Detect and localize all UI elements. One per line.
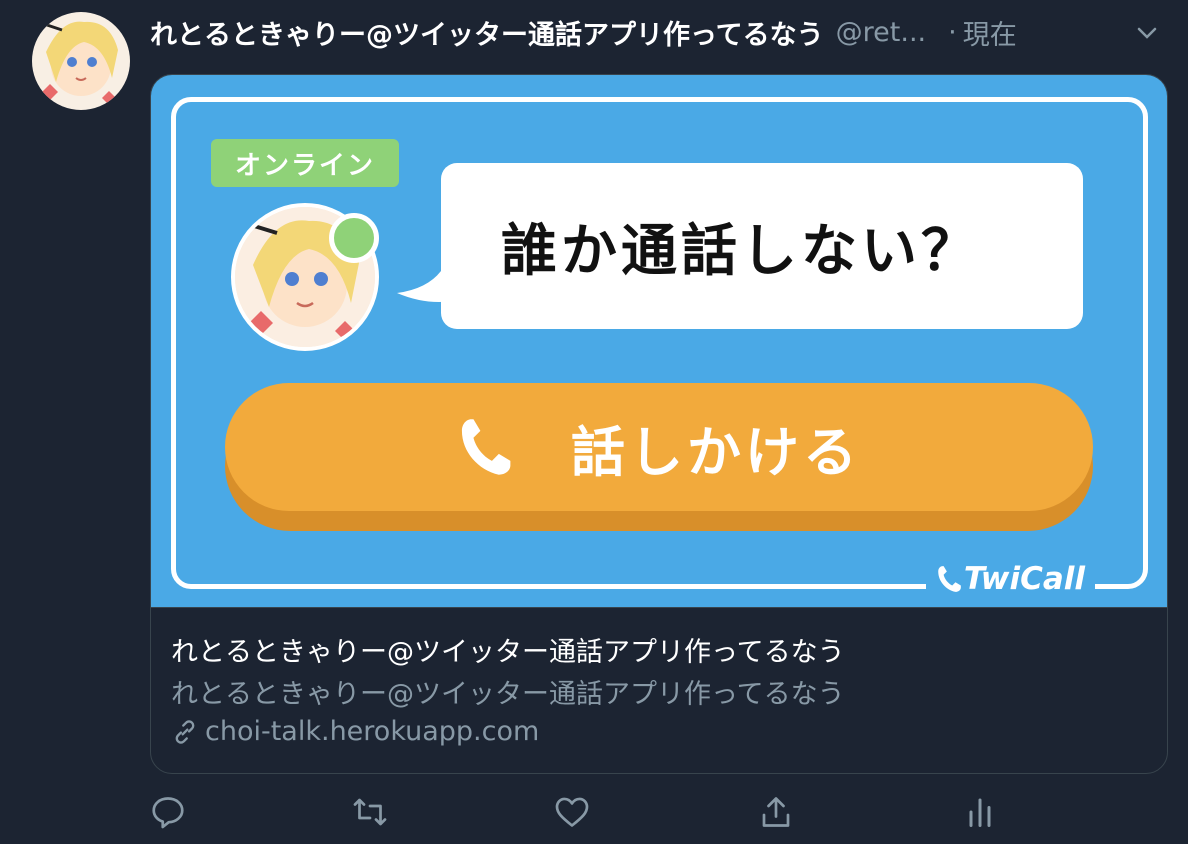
phone-icon — [938, 566, 961, 592]
card-domain-text: choi-talk.herokuapp.com — [205, 716, 540, 747]
talk-button[interactable]: 話しかける — [225, 383, 1093, 531]
timestamp[interactable]: 現在 — [963, 13, 1017, 52]
heart-icon — [555, 797, 589, 827]
brand-text: TwiCall — [963, 561, 1085, 597]
card-meta[interactable]: れとるときゃりー@ツイッター通話アプリ作ってるなう れとるときゃりー@ツイッター… — [151, 607, 1167, 773]
analytics-button[interactable] — [962, 794, 1002, 834]
user-handle[interactable]: @ret... — [836, 17, 926, 48]
card-description: れとるときゃりー@ツイッター通話アプリ作ってるなう — [171, 679, 845, 710]
phone-icon — [461, 419, 511, 475]
retweet-icon — [353, 798, 387, 826]
talk-button-label: 話しかける — [571, 420, 861, 484]
link-icon — [175, 719, 195, 744]
tweet-header: れとるときゃりー@ツイッター通話アプリ作ってるなう @ret... · 現在 — [150, 12, 1170, 52]
retweet-button[interactable] — [352, 794, 392, 834]
online-status-dot — [329, 213, 379, 263]
card-domain: choi-talk.herokuapp.com — [171, 716, 539, 747]
online-badge: オンライン — [211, 139, 399, 187]
tweet-actions — [150, 792, 1166, 836]
link-card[interactable]: オンライン 誰か通話しない？ 話しかける TwiCall れとるときゃりー@ツイ… — [150, 74, 1168, 774]
share-button[interactable] — [758, 794, 798, 834]
speech-bubble: 誰か通話しない？ — [441, 163, 1083, 329]
like-button[interactable] — [554, 794, 594, 834]
reply-button[interactable] — [150, 794, 190, 834]
card-title: れとるときゃりー@ツイッター通話アプリ作ってるなう — [171, 637, 845, 668]
profile-avatar[interactable] — [32, 12, 130, 110]
card-image[interactable]: オンライン 誰か通話しない？ 話しかける TwiCall — [151, 75, 1167, 607]
share-icon — [762, 797, 790, 827]
talk-button-face[interactable]: 話しかける — [225, 383, 1093, 511]
separator-dot: · — [948, 16, 957, 48]
twicall-logo: TwiCall — [925, 559, 1095, 599]
display-name[interactable]: れとるときゃりー@ツイッター通話アプリ作ってるなう — [150, 13, 824, 52]
chevron-down-icon[interactable] — [1132, 18, 1162, 48]
reply-icon — [152, 797, 184, 829]
analytics-icon — [969, 798, 991, 827]
